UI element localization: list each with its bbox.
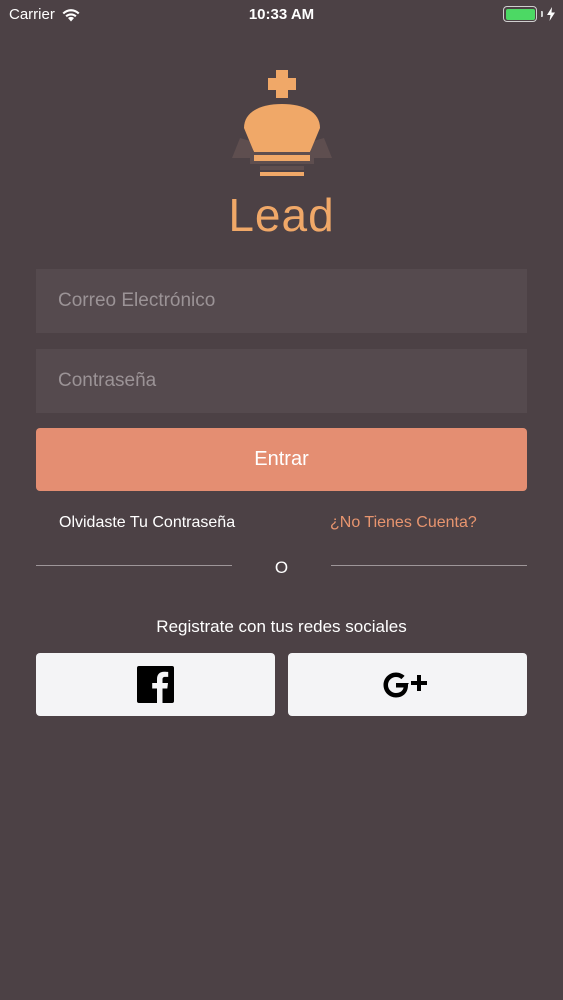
battery-cap <box>541 11 543 17</box>
social-caption: Registrate con tus redes sociales <box>156 617 407 636</box>
login-button[interactable]: Entrar <box>36 428 527 491</box>
divider-right <box>331 565 527 566</box>
charging-icon <box>547 7 555 21</box>
signup-link[interactable]: ¿No Tienes Cuenta? <box>330 514 477 532</box>
forgot-password-link[interactable]: Olvidaste Tu Contraseña <box>59 514 235 532</box>
battery-icon <box>503 6 537 22</box>
password-field[interactable] <box>36 349 527 413</box>
email-field[interactable] <box>36 269 527 333</box>
divider-or: O <box>274 558 289 577</box>
facebook-button[interactable] <box>36 653 275 716</box>
app-logo: Lead <box>0 66 563 241</box>
app-name: Lead <box>228 189 335 241</box>
google-plus-button[interactable] <box>288 653 527 716</box>
google-plus-icon <box>383 672 427 697</box>
status-right <box>503 6 555 22</box>
battery-fill <box>505 8 535 20</box>
facebook-icon <box>137 666 174 703</box>
status-bar: Carrier 10:33 AM <box>0 0 563 30</box>
crown-icon <box>232 70 332 176</box>
clock: 10:33 AM <box>248 6 315 23</box>
